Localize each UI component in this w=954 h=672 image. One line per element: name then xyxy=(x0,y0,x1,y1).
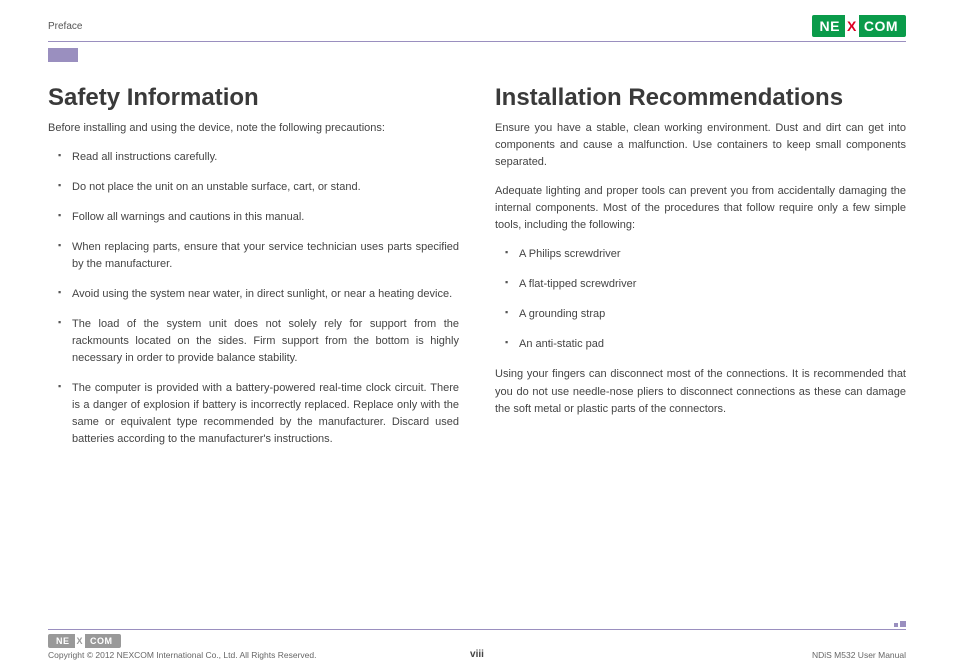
list-item: Avoid using the system near water, in di… xyxy=(58,286,459,303)
list-item: The load of the system unit does not sol… xyxy=(58,316,459,367)
right-column: Installation Recommendations Ensure you … xyxy=(495,84,906,461)
footer-marks xyxy=(894,621,906,627)
install-heading: Installation Recommendations xyxy=(495,84,906,112)
logo-left: NE xyxy=(48,634,75,648)
left-column: Safety Information Before installing and… xyxy=(48,84,459,461)
footer-logo: NE X COM xyxy=(48,634,121,648)
copyright-text: Copyright © 2012 NEXCOM International Co… xyxy=(48,650,316,660)
logo-x: X xyxy=(845,15,859,37)
logo-x: X xyxy=(75,634,86,648)
list-item: When replacing parts, ensure that your s… xyxy=(58,239,459,273)
safety-heading: Safety Information xyxy=(48,84,459,112)
list-item: An anti-static pad xyxy=(505,336,906,353)
list-item: A flat-tipped screwdriver xyxy=(505,276,906,293)
logo-left: NE xyxy=(812,15,845,37)
safety-intro: Before installing and using the device, … xyxy=(48,120,459,137)
list-item: A Philips screwdriver xyxy=(505,246,906,263)
safety-list: Read all instructions carefully. Do not … xyxy=(58,149,459,449)
tab-marker xyxy=(48,48,78,62)
install-p1: Ensure you have a stable, clean working … xyxy=(495,120,906,171)
header-rule xyxy=(48,41,906,42)
logo-right: COM xyxy=(859,15,906,37)
brand-logo: NE X COM xyxy=(812,15,906,37)
list-item: Follow all warnings and cautions in this… xyxy=(58,209,459,226)
doc-title: NDiS M532 User Manual xyxy=(812,650,906,660)
list-item: A grounding strap xyxy=(505,306,906,323)
mark-icon xyxy=(900,621,906,627)
footer-rule xyxy=(48,629,906,630)
logo-right: COM xyxy=(85,634,121,648)
page-number: viii xyxy=(470,649,484,660)
install-p2: Adequate lighting and proper tools can p… xyxy=(495,183,906,234)
footer: NE X COM Copyright © 2012 NEXCOM Interna… xyxy=(48,629,906,660)
install-p3: Using your fingers can disconnect most o… xyxy=(495,366,906,417)
list-item: The computer is provided with a battery-… xyxy=(58,380,459,448)
mark-icon xyxy=(894,623,898,627)
section-label: Preface xyxy=(48,21,82,32)
list-item: Do not place the unit on an unstable sur… xyxy=(58,179,459,196)
list-item: Read all instructions carefully. xyxy=(58,149,459,166)
tools-list: A Philips screwdriver A flat-tipped scre… xyxy=(505,246,906,353)
